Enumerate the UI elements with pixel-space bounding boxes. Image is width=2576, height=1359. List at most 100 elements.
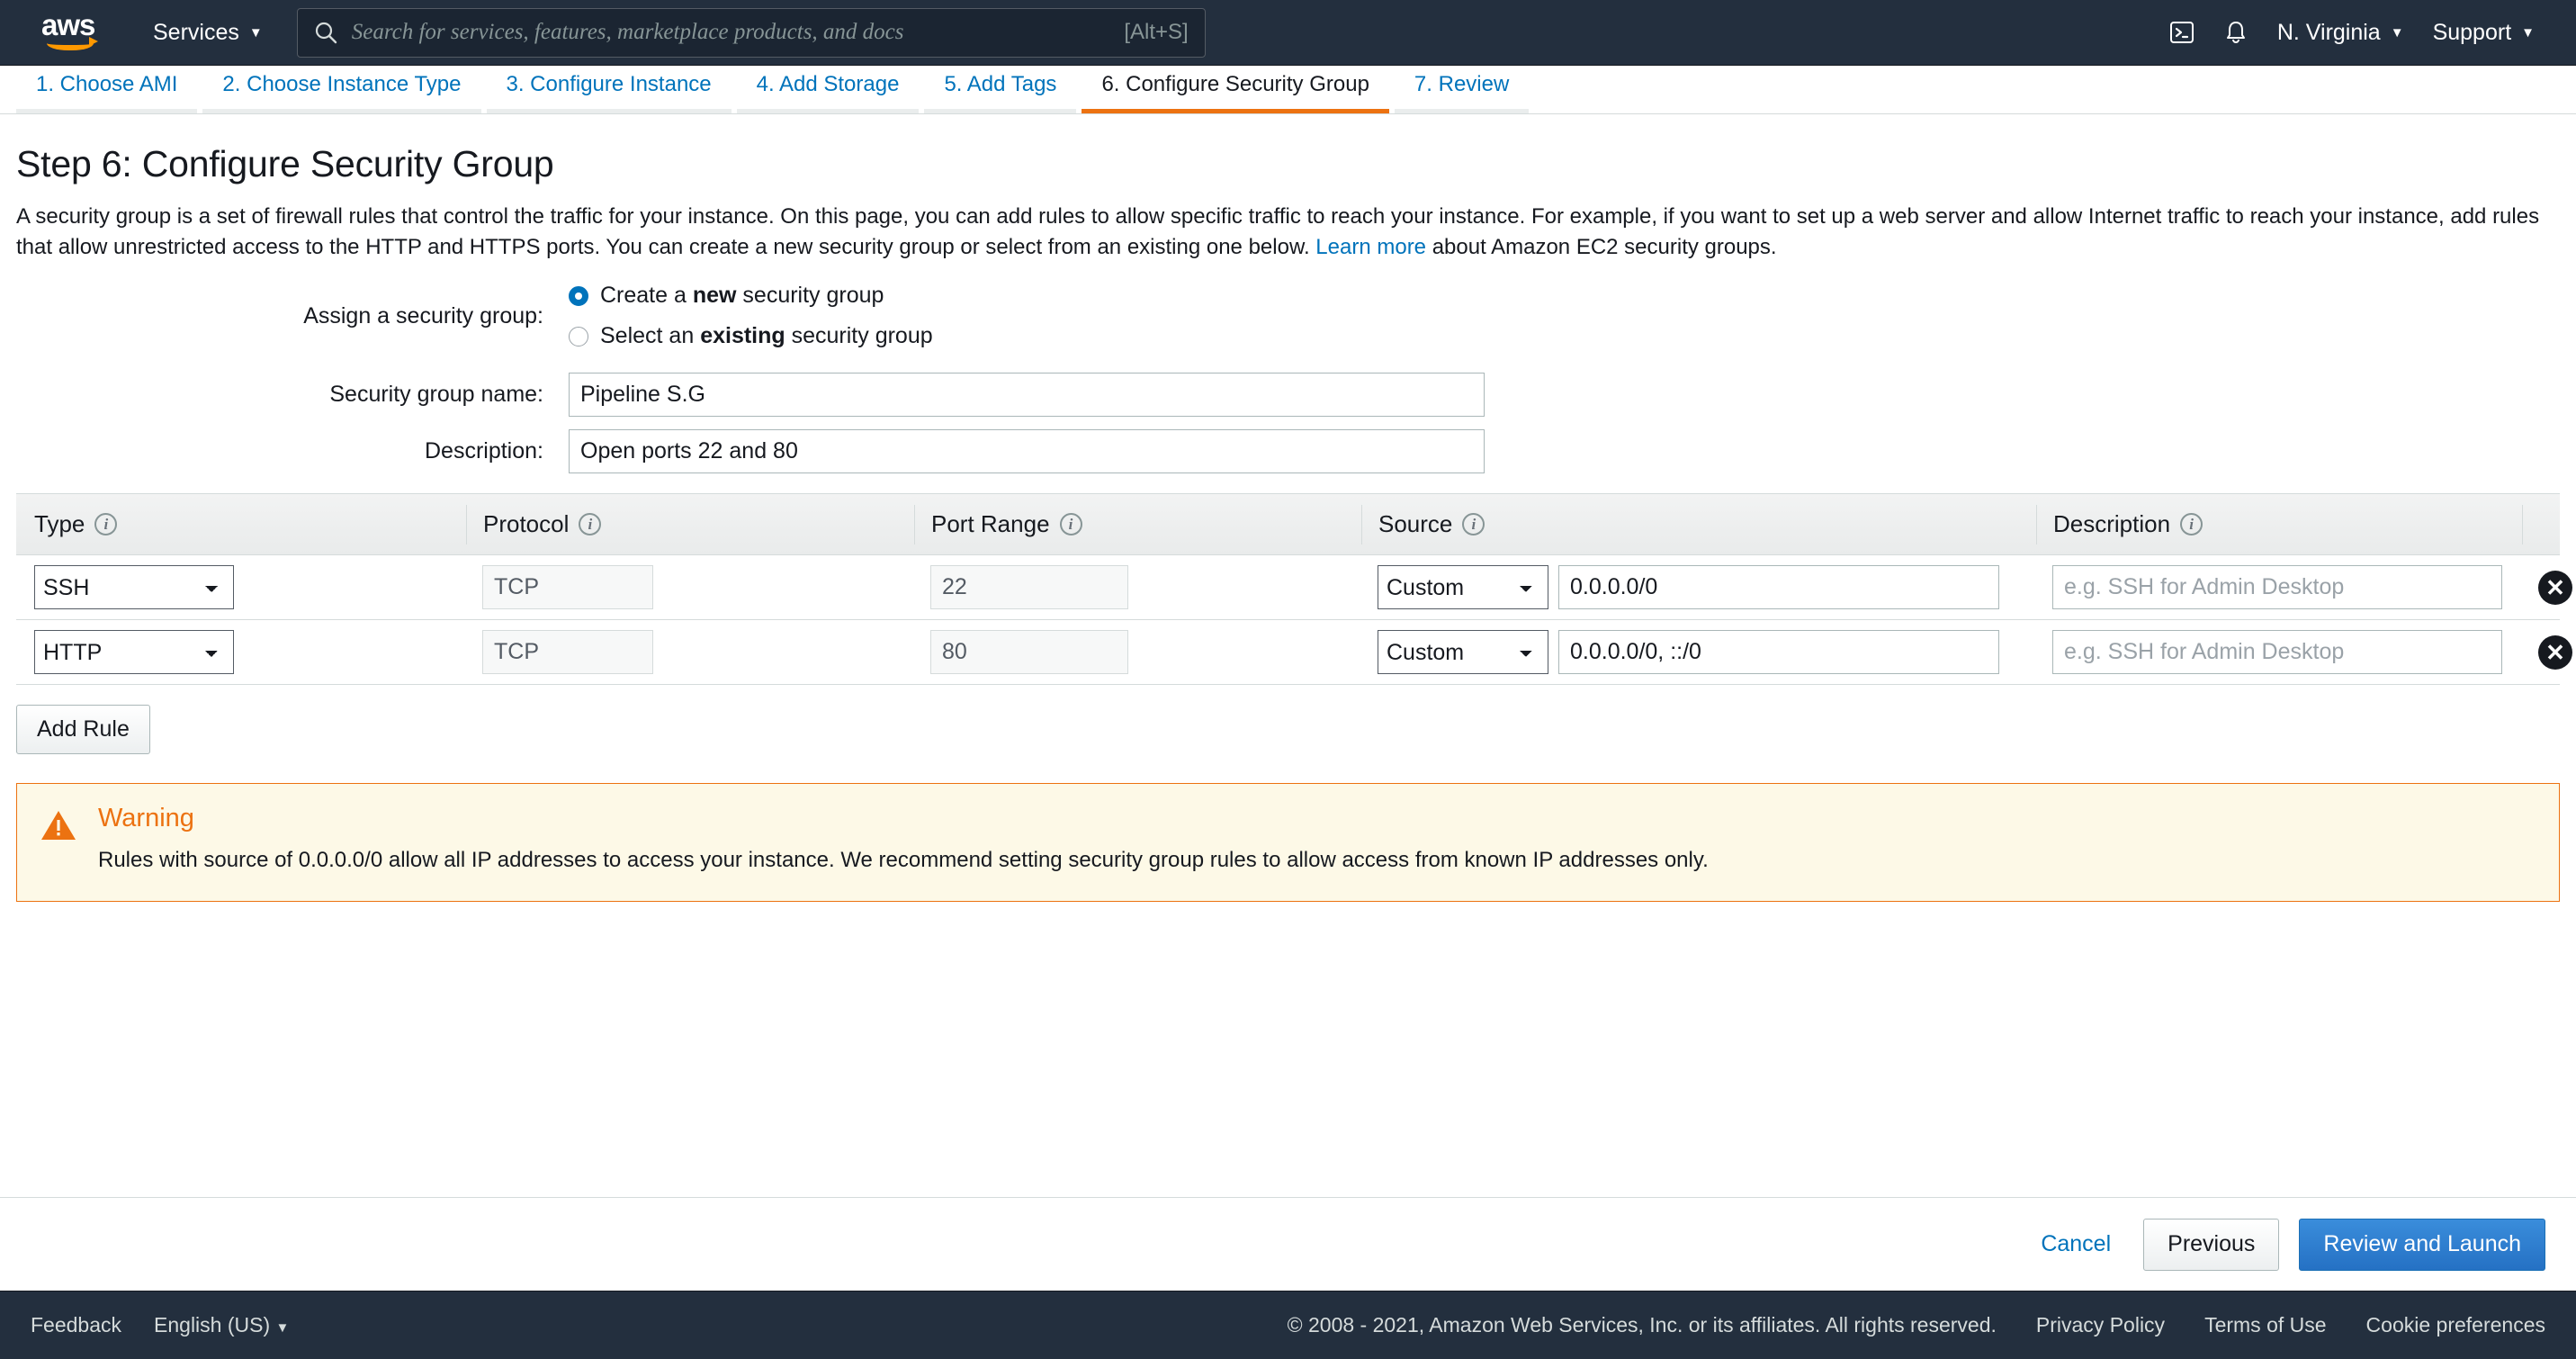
region-selector[interactable]: N. Virginia ▼	[2266, 13, 2415, 53]
search-input[interactable]: Search for services, features, marketpla…	[296, 7, 1206, 58]
wizard-step-4[interactable]: 4. Add Storage	[736, 72, 920, 113]
table-row: SSH Custom	[16, 555, 2572, 621]
wizard-step-7[interactable]: 7. Review	[1394, 72, 1530, 113]
delete-rule-icon[interactable]: ✕	[2538, 570, 2572, 605]
rule-protocol-input	[482, 630, 653, 675]
radio-existing-indicator[interactable]	[569, 326, 588, 346]
search-placeholder: Search for services, features, marketpla…	[351, 20, 904, 44]
wizard-steps: 1. Choose AMI 2. Choose Instance Type 3.…	[0, 66, 2576, 114]
rule-description-cell	[2036, 565, 2522, 610]
rule-description-input[interactable]	[2052, 565, 2502, 610]
learn-more-link[interactable]: Learn more	[1315, 235, 1426, 259]
column-header-source-label: Source	[1378, 510, 1453, 538]
aws-top-navigation: aws Services ▼ Search for services, feat…	[0, 0, 2576, 66]
cookie-preferences-link[interactable]: Cookie preferences	[2366, 1313, 2545, 1337]
assign-security-group-label: Assign a security group:	[303, 302, 543, 328]
rule-description-input[interactable]	[2052, 630, 2502, 675]
chevron-down-icon: ▼	[2390, 24, 2404, 40]
rule-source-cell: Custom	[1361, 630, 2036, 675]
info-icon[interactable]: i	[579, 513, 602, 536]
region-label: N. Virginia	[2276, 19, 2381, 45]
rule-protocol-cell	[466, 565, 914, 610]
language-label: English (US)	[154, 1313, 271, 1336]
support-menu[interactable]: Support ▼	[2422, 13, 2545, 53]
column-header-type-label: Type	[34, 510, 85, 538]
radio-new-indicator[interactable]	[569, 285, 588, 306]
rule-port-input	[930, 630, 1128, 675]
page-title: Step 6: Configure Security Group	[16, 143, 554, 184]
terms-of-use-link[interactable]: Terms of Use	[2204, 1313, 2326, 1337]
add-rule-button[interactable]: Add Rule	[16, 705, 150, 755]
column-header-actions	[2522, 504, 2560, 544]
feedback-link[interactable]: Feedback	[31, 1313, 121, 1337]
language-selector[interactable]: English (US) ▼	[154, 1313, 289, 1337]
footer-left-group: Feedback English (US) ▼	[31, 1313, 289, 1337]
copyright-text: © 2008 - 2021, Amazon Web Services, Inc.…	[1287, 1313, 1997, 1336]
rule-delete-cell: ✕	[2522, 634, 2572, 670]
info-icon[interactable]: i	[1059, 513, 1082, 536]
cloudshell-icon[interactable]	[2159, 9, 2205, 56]
column-header-protocol-label: Protocol	[483, 510, 570, 538]
rule-source-cell: Custom	[1361, 565, 2036, 610]
assign-security-group-options: Create a new security group Select an ex…	[569, 283, 933, 349]
search-shortcut-hint: [Alt+S]	[1124, 20, 1189, 44]
wizard-step-3[interactable]: 3. Configure Instance	[486, 72, 732, 113]
info-icon[interactable]: i	[94, 513, 118, 536]
security-group-description-label: Description:	[425, 438, 543, 464]
warning-body: Warning Rules with source of 0.0.0.0/0 a…	[98, 804, 1709, 876]
radio-select-existing-security-group[interactable]: Select an existing security group	[569, 323, 933, 349]
page-footer: Feedback English (US) ▼ © 2008 - 2021, A…	[0, 1291, 2576, 1359]
rule-source-type-select[interactable]: Custom	[1378, 630, 1548, 675]
rule-type-select[interactable]: SSH	[34, 565, 234, 610]
wizard-step-2[interactable]: 2. Choose Instance Type	[202, 72, 481, 113]
rule-source-type-select[interactable]: Custom	[1378, 565, 1548, 610]
aws-logo-smile	[47, 35, 98, 50]
bell-icon[interactable]	[2212, 9, 2259, 56]
rule-description-cell	[2036, 630, 2522, 675]
previous-button[interactable]: Previous	[2143, 1218, 2280, 1271]
rule-type-cell: SSH	[16, 565, 466, 610]
info-icon[interactable]: i	[2180, 513, 2204, 536]
page-description: A security group is a set of firewall ru…	[16, 202, 2560, 263]
rules-table-header: Type i Protocol i Port Range i Source i …	[16, 494, 2560, 556]
rule-type-cell: HTTP	[16, 630, 466, 675]
security-group-name-input[interactable]	[569, 373, 1485, 418]
rule-source-value-input[interactable]	[1558, 630, 1999, 675]
column-header-description: Description i	[2036, 504, 2522, 544]
review-and-launch-button[interactable]: Review and Launch	[2299, 1218, 2545, 1271]
main-content: Step 6: Configure Security Group A secur…	[0, 114, 2576, 1197]
warning-text: Rules with source of 0.0.0.0/0 allow all…	[98, 848, 1709, 873]
security-group-rules-table: Type i Protocol i Port Range i Source i …	[16, 493, 2572, 755]
wizard-step-1[interactable]: 1. Choose AMI	[16, 72, 198, 113]
assign-security-group-row: Assign a security group: Create a new se…	[16, 283, 2560, 349]
warning-triangle-icon	[40, 809, 76, 876]
column-header-port-range: Port Range i	[914, 504, 1361, 544]
rule-protocol-cell	[466, 630, 914, 675]
chevron-down-icon: ▼	[2521, 24, 2535, 40]
privacy-policy-link[interactable]: Privacy Policy	[2036, 1313, 2165, 1337]
rule-port-cell	[914, 630, 1361, 675]
chevron-down-icon: ▼	[275, 1320, 290, 1336]
rule-protocol-input	[482, 565, 653, 610]
rule-type-select[interactable]: HTTP	[34, 630, 234, 675]
security-group-description-row: Description:	[16, 429, 2560, 474]
services-menu[interactable]: Services ▼	[142, 13, 274, 53]
wizard-step-6[interactable]: 6. Configure Security Group	[1082, 72, 1389, 113]
page-description-part1: A security group is a set of firewall ru…	[16, 204, 2540, 260]
search-icon	[314, 21, 337, 44]
security-group-name-label: Security group name:	[329, 382, 543, 408]
radio-create-new-security-group[interactable]: Create a new security group	[569, 283, 933, 309]
column-header-source: Source i	[1361, 504, 2036, 544]
cancel-button[interactable]: Cancel	[2028, 1231, 2123, 1257]
security-group-description-input[interactable]	[569, 429, 1485, 474]
rule-source-value-input[interactable]	[1558, 565, 1999, 610]
chevron-down-icon: ▼	[248, 24, 263, 40]
aws-logo[interactable]: aws	[41, 10, 110, 53]
radio-new-label: Create a new security group	[600, 283, 884, 309]
info-icon[interactable]: i	[1462, 513, 1485, 536]
delete-rule-icon[interactable]: ✕	[2538, 634, 2572, 670]
footer-right-group: © 2008 - 2021, Amazon Web Services, Inc.…	[1288, 1313, 2545, 1337]
wizard-action-bar: Cancel Previous Review and Launch	[0, 1197, 2576, 1291]
warning-title: Warning	[98, 804, 194, 833]
wizard-step-5[interactable]: 5. Add Tags	[924, 72, 1077, 113]
